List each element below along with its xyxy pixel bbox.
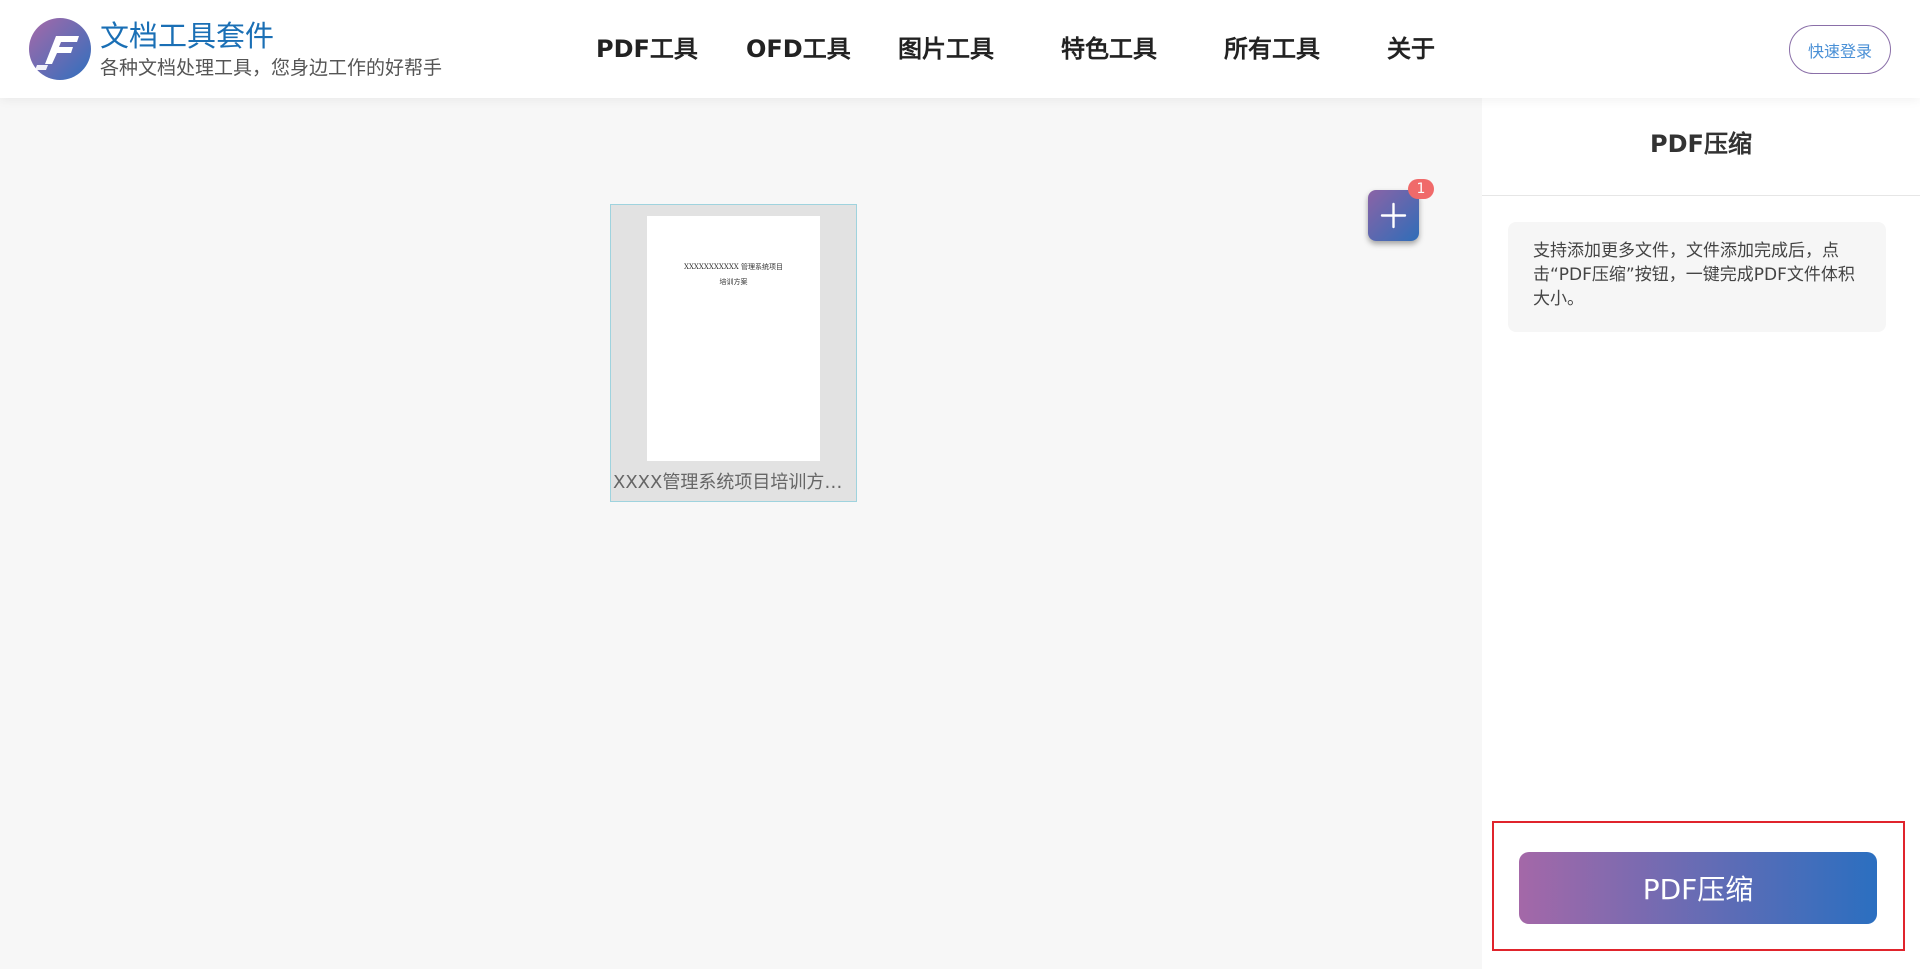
plus-icon <box>1380 202 1407 229</box>
pdf-compress-button[interactable]: PDF压缩 <box>1519 852 1877 924</box>
file-count-badge: 1 <box>1408 179 1434 199</box>
file-thumbnail: XXXXXXXXXXX 管理系统项目 培训方案 <box>647 216 820 461</box>
brand-subtitle: 各种文档处理工具，您身边工作的好帮手 <box>100 57 443 79</box>
nav-pdf-tools[interactable]: PDF工具 <box>596 33 698 65</box>
nav-featured-tools[interactable]: 特色工具 <box>1061 33 1157 65</box>
thumbnail-title-line: XXXXXXXXXXX 管理系统项目 <box>683 263 784 271</box>
compress-panel: PDF压缩 支持添加更多文件，文件添加完成后，点击“PDF压缩”按钮，一键完成P… <box>1482 98 1920 969</box>
quick-login-button[interactable]: 快速登录 <box>1789 25 1891 74</box>
add-file-button[interactable] <box>1368 190 1419 241</box>
panel-title: PDF压缩 <box>1650 130 1752 158</box>
panel-divider <box>1482 195 1920 196</box>
file-name: XXXX管理系统项目培训方案.... <box>613 472 856 493</box>
info-box: 支持添加更多文件，文件添加完成后，点击“PDF压缩”按钮，一键完成PDF文件体积… <box>1508 222 1886 332</box>
file-workspace: XXXXXXXXXXX 管理系统项目 培训方案 XXXX管理系统项目培训方案..… <box>0 98 1482 969</box>
nav-all-tools[interactable]: 所有工具 <box>1224 33 1320 65</box>
nav-ofd-tools[interactable]: OFD工具 <box>746 33 851 65</box>
top-header: 文档工具套件 各种文档处理工具，您身边工作的好帮手 PDF工具 OFD工具 图片… <box>0 0 1920 98</box>
thumbnail-subtitle-line: 培训方案 <box>719 278 748 286</box>
file-card[interactable]: XXXXXXXXXXX 管理系统项目 培训方案 XXXX管理系统项目培训方案..… <box>610 204 857 502</box>
nav-image-tools[interactable]: 图片工具 <box>898 33 994 65</box>
logo-icon[interactable] <box>28 17 92 81</box>
nav-about[interactable]: 关于 <box>1387 33 1435 65</box>
brand-title: 文档工具套件 <box>100 19 275 53</box>
